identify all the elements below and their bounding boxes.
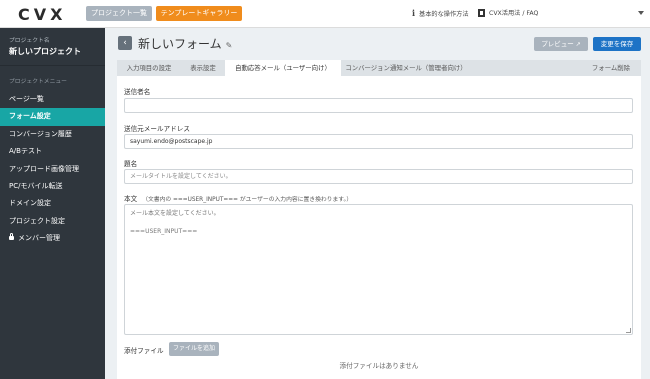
template-gallery-button[interactable]: テンプレートギャラリー bbox=[156, 6, 242, 21]
tab-auto-reply-mail[interactable]: 自動応答メール（ユーザー向け） bbox=[225, 60, 341, 76]
sender-email-input[interactable]: sayumi.endo@postscape.jp bbox=[124, 134, 633, 149]
sidebar-item-project-settings[interactable]: プロジェクト設定 bbox=[0, 213, 105, 230]
tab-delete-form[interactable]: フォーム削除 bbox=[583, 60, 639, 76]
body-textarea[interactable]: メール本文を設定してください。 ===USER_INPUT=== bbox=[124, 204, 633, 335]
project-menu-label: プロジェクトメニュー bbox=[9, 79, 67, 85]
top-header: CVX プロジェクト一覧 テンプレートギャラリー i 基本的な操作方法 CVX活… bbox=[0, 0, 650, 28]
external-link-icon: ↗ bbox=[575, 41, 581, 48]
sidebar-item-form-settings[interactable]: フォーム設定 bbox=[0, 108, 105, 126]
no-attachment-text: 添付ファイルはありません bbox=[339, 362, 419, 370]
body-note: （文書内の ===USER_INPUT=== がユーザーの入力内容に置き換わりま… bbox=[142, 197, 353, 203]
cvx-logo[interactable]: CVX bbox=[18, 5, 66, 24]
body-line-2: ===USER_INPUT=== bbox=[130, 228, 198, 235]
tab-input-items[interactable]: 入力項目の設定 bbox=[117, 60, 181, 76]
form-title: 新しいフォーム bbox=[138, 37, 222, 51]
faq-link-label: CVX活用法 / FAQ bbox=[489, 10, 539, 17]
sender-name-label: 送信者名 bbox=[124, 88, 151, 96]
help-link[interactable]: i 基本的な操作方法 bbox=[412, 8, 469, 18]
project-label: プロジェクト名 bbox=[9, 38, 50, 44]
sidebar-item-conversion-history[interactable]: コンバージョン履歴 bbox=[0, 126, 105, 143]
sidebar: プロジェクト名 新しいプロジェクト プロジェクトメニュー ページ一覧 フォーム設… bbox=[0, 28, 105, 379]
main-content: ‹ 新しいフォーム ✎ プレビュー ↗ 変更を保存 入力項目の設定 表示設定 自動応… bbox=[105, 28, 650, 379]
form-panel: 入力項目の設定 表示設定 自動応答メール（ユーザー向け） コンバージョン通知メー… bbox=[117, 60, 641, 379]
sender-email-label: 送信元メールアドレス bbox=[124, 125, 190, 133]
subject-label: 題名 bbox=[124, 160, 138, 168]
sidebar-item-members[interactable]: メンバー管理 bbox=[0, 230, 105, 247]
help-link-label: 基本的な操作方法 bbox=[419, 10, 469, 18]
sidebar-item-ab-test[interactable]: A/Bテスト bbox=[0, 143, 105, 160]
sidebar-item-label: メンバー管理 bbox=[18, 234, 60, 243]
chevron-down-icon[interactable] bbox=[638, 11, 644, 15]
add-file-button[interactable]: ファイルを追加 bbox=[169, 342, 219, 356]
body-label-row: 本文 （文書内の ===USER_INPUT=== がユーザーの入力内容に置き換わ… bbox=[124, 193, 352, 203]
tab-display-settings[interactable]: 表示設定 bbox=[181, 60, 225, 76]
sidebar-item-domain-settings[interactable]: ドメイン設定 bbox=[0, 195, 105, 212]
page-title: 新しいフォーム ✎ bbox=[138, 35, 232, 52]
projects-list-button[interactable]: プロジェクト一覧 bbox=[86, 6, 152, 21]
preview-button[interactable]: プレビュー ↗ bbox=[534, 37, 588, 51]
attachment-label: 添付ファイル bbox=[124, 347, 164, 355]
project-header: プロジェクト名 新しいプロジェクト bbox=[0, 28, 105, 66]
tab-conversion-notification[interactable]: コンバージョン通知メール（管理者向け） bbox=[341, 60, 471, 76]
sender-name-input[interactable] bbox=[124, 98, 633, 113]
back-button[interactable]: ‹ bbox=[118, 36, 132, 50]
lock-icon bbox=[9, 233, 14, 241]
save-button[interactable]: 変更を保存 bbox=[593, 37, 641, 51]
faq-link[interactable]: CVX活用法 / FAQ bbox=[478, 8, 538, 17]
sidebar-item-pages[interactable]: ページ一覧 bbox=[0, 91, 105, 108]
info-icon: i bbox=[412, 8, 416, 18]
tab-bar: 入力項目の設定 表示設定 自動応答メール（ユーザー向け） コンバージョン通知メー… bbox=[117, 60, 641, 76]
preview-label: プレビュー bbox=[541, 40, 574, 48]
project-name[interactable]: 新しいプロジェクト bbox=[9, 46, 105, 57]
pencil-icon[interactable]: ✎ bbox=[226, 41, 233, 50]
body-line-1: メール本文を設定してください。 bbox=[130, 210, 220, 217]
resize-handle[interactable] bbox=[626, 328, 631, 333]
sidebar-item-pc-mobile-transfer[interactable]: PC/モバイル転送 bbox=[0, 178, 105, 195]
subject-input[interactable]: メールタイトルを設定してください。 bbox=[124, 169, 633, 184]
book-icon bbox=[478, 8, 485, 17]
body-label: 本文 bbox=[124, 195, 138, 203]
sidebar-item-uploaded-images[interactable]: アップロード画像管理 bbox=[0, 161, 105, 178]
